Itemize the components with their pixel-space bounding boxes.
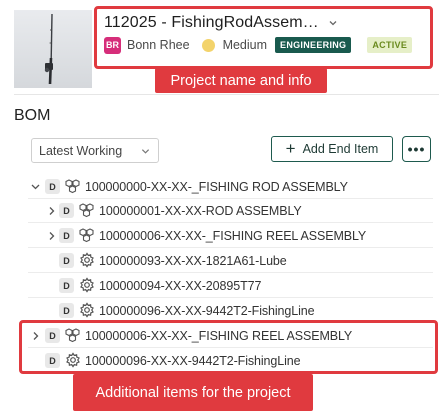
assembly-icon <box>79 203 94 218</box>
assembly-icon <box>79 228 94 243</box>
part-icon <box>80 252 94 268</box>
add-end-item-label: Add End Item <box>302 142 379 156</box>
project-thumbnail <box>14 10 92 88</box>
revision-badge: D <box>59 303 74 318</box>
part-icon <box>80 302 94 318</box>
plus-icon: + <box>285 138 296 158</box>
tree-row[interactable]: D 100000000-XX-XX-_FISHING ROD ASSEMBLY <box>28 175 433 199</box>
chevron-right-icon[interactable] <box>47 205 56 217</box>
add-end-item-button[interactable]: + Add End Item <box>271 136 393 162</box>
tree-row-label: 100000096-XX-XX-9442T2-FishingLine <box>99 304 315 318</box>
tree-row[interactable]: D 100000094-XX-XX-20895T77 <box>28 274 433 298</box>
bom-heading: BOM <box>14 107 51 124</box>
annotation-callout-project-info: Project name and info <box>155 68 327 93</box>
tree-row-label: 100000093-XX-XX-1821A61-Lube <box>99 254 287 268</box>
tree-row-label: 100000000-XX-XX-_FISHING ROD ASSEMBLY <box>85 180 348 194</box>
annotation-callout-additional-items: Additional items for the project <box>73 374 313 411</box>
tree-row-label: 100000094-XX-XX-20895T77 <box>99 279 262 293</box>
part-icon <box>80 277 94 293</box>
chevron-down-icon[interactable] <box>31 181 40 193</box>
annotation-box-additional-items <box>19 320 438 374</box>
tree-row[interactable]: D 100000006-XX-XX-_FISHING REEL ASSEMBLY <box>28 224 433 248</box>
revision-badge: D <box>59 228 74 243</box>
more-options-button[interactable]: ••• <box>402 136 431 162</box>
revision-badge: D <box>59 203 74 218</box>
version-select[interactable]: Latest Working <box>31 138 159 163</box>
tree-row-label: 100000006-XX-XX-_FISHING REEL ASSEMBLY <box>99 229 367 243</box>
revision-badge: D <box>59 278 74 293</box>
revision-badge: D <box>45 179 60 194</box>
tree-row[interactable]: D 100000093-XX-XX-1821A61-Lube <box>28 249 433 273</box>
revision-badge: D <box>59 253 74 268</box>
version-select-value: Latest Working <box>39 143 123 158</box>
chevron-right-icon[interactable] <box>47 230 56 242</box>
chevron-down-icon <box>141 149 150 154</box>
tree-row-label: 100000001-XX-XX-ROD ASSEMBLY <box>99 204 302 218</box>
tree-row[interactable]: D 100000001-XX-XX-ROD ASSEMBLY <box>28 199 433 223</box>
assembly-icon <box>65 179 80 194</box>
annotation-box-project-info <box>94 6 433 69</box>
